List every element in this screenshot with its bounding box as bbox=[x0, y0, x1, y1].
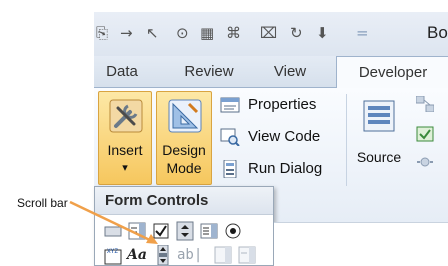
callout-arrow-icon bbox=[69, 200, 158, 244]
